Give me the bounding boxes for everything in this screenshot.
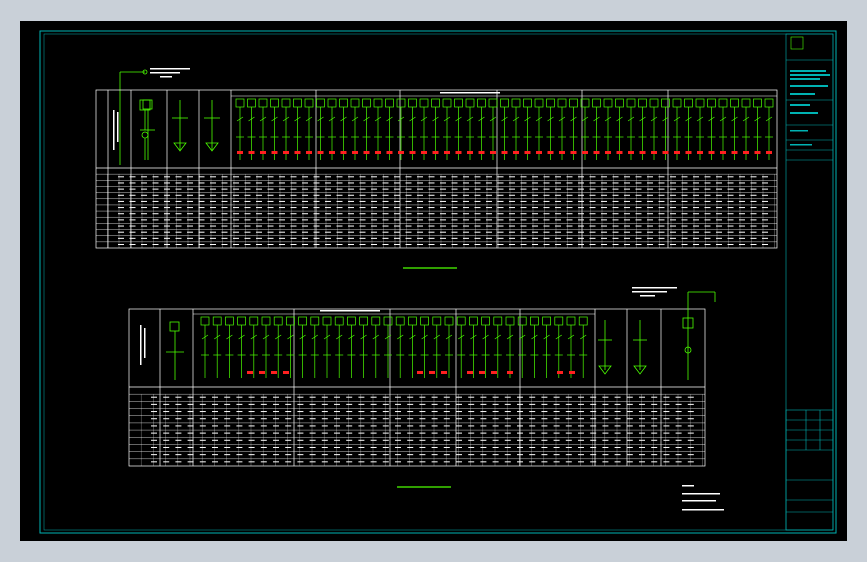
breaker-mark	[306, 151, 312, 154]
breaker-mark	[536, 151, 542, 154]
breaker-mark	[271, 371, 277, 374]
breaker-mark	[455, 151, 462, 154]
breaker-mark	[432, 151, 439, 154]
breaker-mark	[720, 151, 726, 154]
breaker-mark	[283, 151, 289, 154]
breaker-mark	[363, 151, 370, 154]
breaker-mark	[524, 151, 531, 154]
breaker-mark	[507, 371, 513, 374]
breaker-mark	[248, 151, 255, 154]
breaker-mark	[616, 151, 623, 154]
breaker-mark	[417, 371, 423, 374]
breaker-mark	[513, 151, 519, 154]
breaker-mark	[605, 151, 611, 154]
breaker-mark	[731, 151, 738, 154]
cad-viewport	[20, 21, 847, 541]
breaker-mark	[375, 151, 381, 154]
breaker-mark	[491, 371, 497, 374]
breaker-mark	[593, 151, 600, 154]
lower-busbar-label	[320, 310, 380, 312]
breaker-mark	[247, 371, 253, 374]
breaker-mark	[283, 371, 289, 374]
breaker-mark	[569, 371, 575, 374]
breaker-mark	[340, 151, 347, 154]
breaker-mark	[743, 151, 749, 154]
breaker-mark	[559, 151, 565, 154]
breaker-mark	[662, 151, 669, 154]
breaker-mark	[479, 371, 485, 374]
breaker-mark	[352, 151, 358, 154]
breaker-mark	[674, 151, 680, 154]
breaker-mark	[467, 371, 473, 374]
breaker-mark	[386, 151, 393, 154]
breaker-mark	[490, 151, 496, 154]
breaker-mark	[421, 151, 427, 154]
breaker-mark	[685, 151, 692, 154]
breaker-mark	[271, 151, 278, 154]
breaker-mark	[317, 151, 324, 154]
breaker-mark	[570, 151, 577, 154]
breaker-mark	[467, 151, 473, 154]
breaker-mark	[260, 151, 266, 154]
breaker-mark	[628, 151, 634, 154]
breaker-mark	[294, 151, 301, 154]
breaker-mark	[547, 151, 554, 154]
breaker-mark	[409, 151, 416, 154]
breaker-mark	[444, 151, 450, 154]
breaker-mark	[557, 371, 563, 374]
breaker-mark	[651, 151, 657, 154]
breaker-mark	[639, 151, 646, 154]
breaker-mark	[582, 151, 588, 154]
breaker-mark	[754, 151, 761, 154]
breaker-mark	[259, 371, 265, 374]
breaker-mark	[429, 371, 435, 374]
breaker-mark	[441, 371, 447, 374]
upper-busbar-label	[440, 92, 500, 94]
breaker-mark	[501, 151, 508, 154]
breaker-mark	[708, 151, 715, 154]
breaker-mark	[697, 151, 703, 154]
breaker-mark	[329, 151, 335, 154]
breaker-mark	[478, 151, 485, 154]
breaker-mark	[237, 151, 243, 154]
breaker-mark	[766, 151, 772, 154]
breaker-mark	[398, 151, 404, 154]
